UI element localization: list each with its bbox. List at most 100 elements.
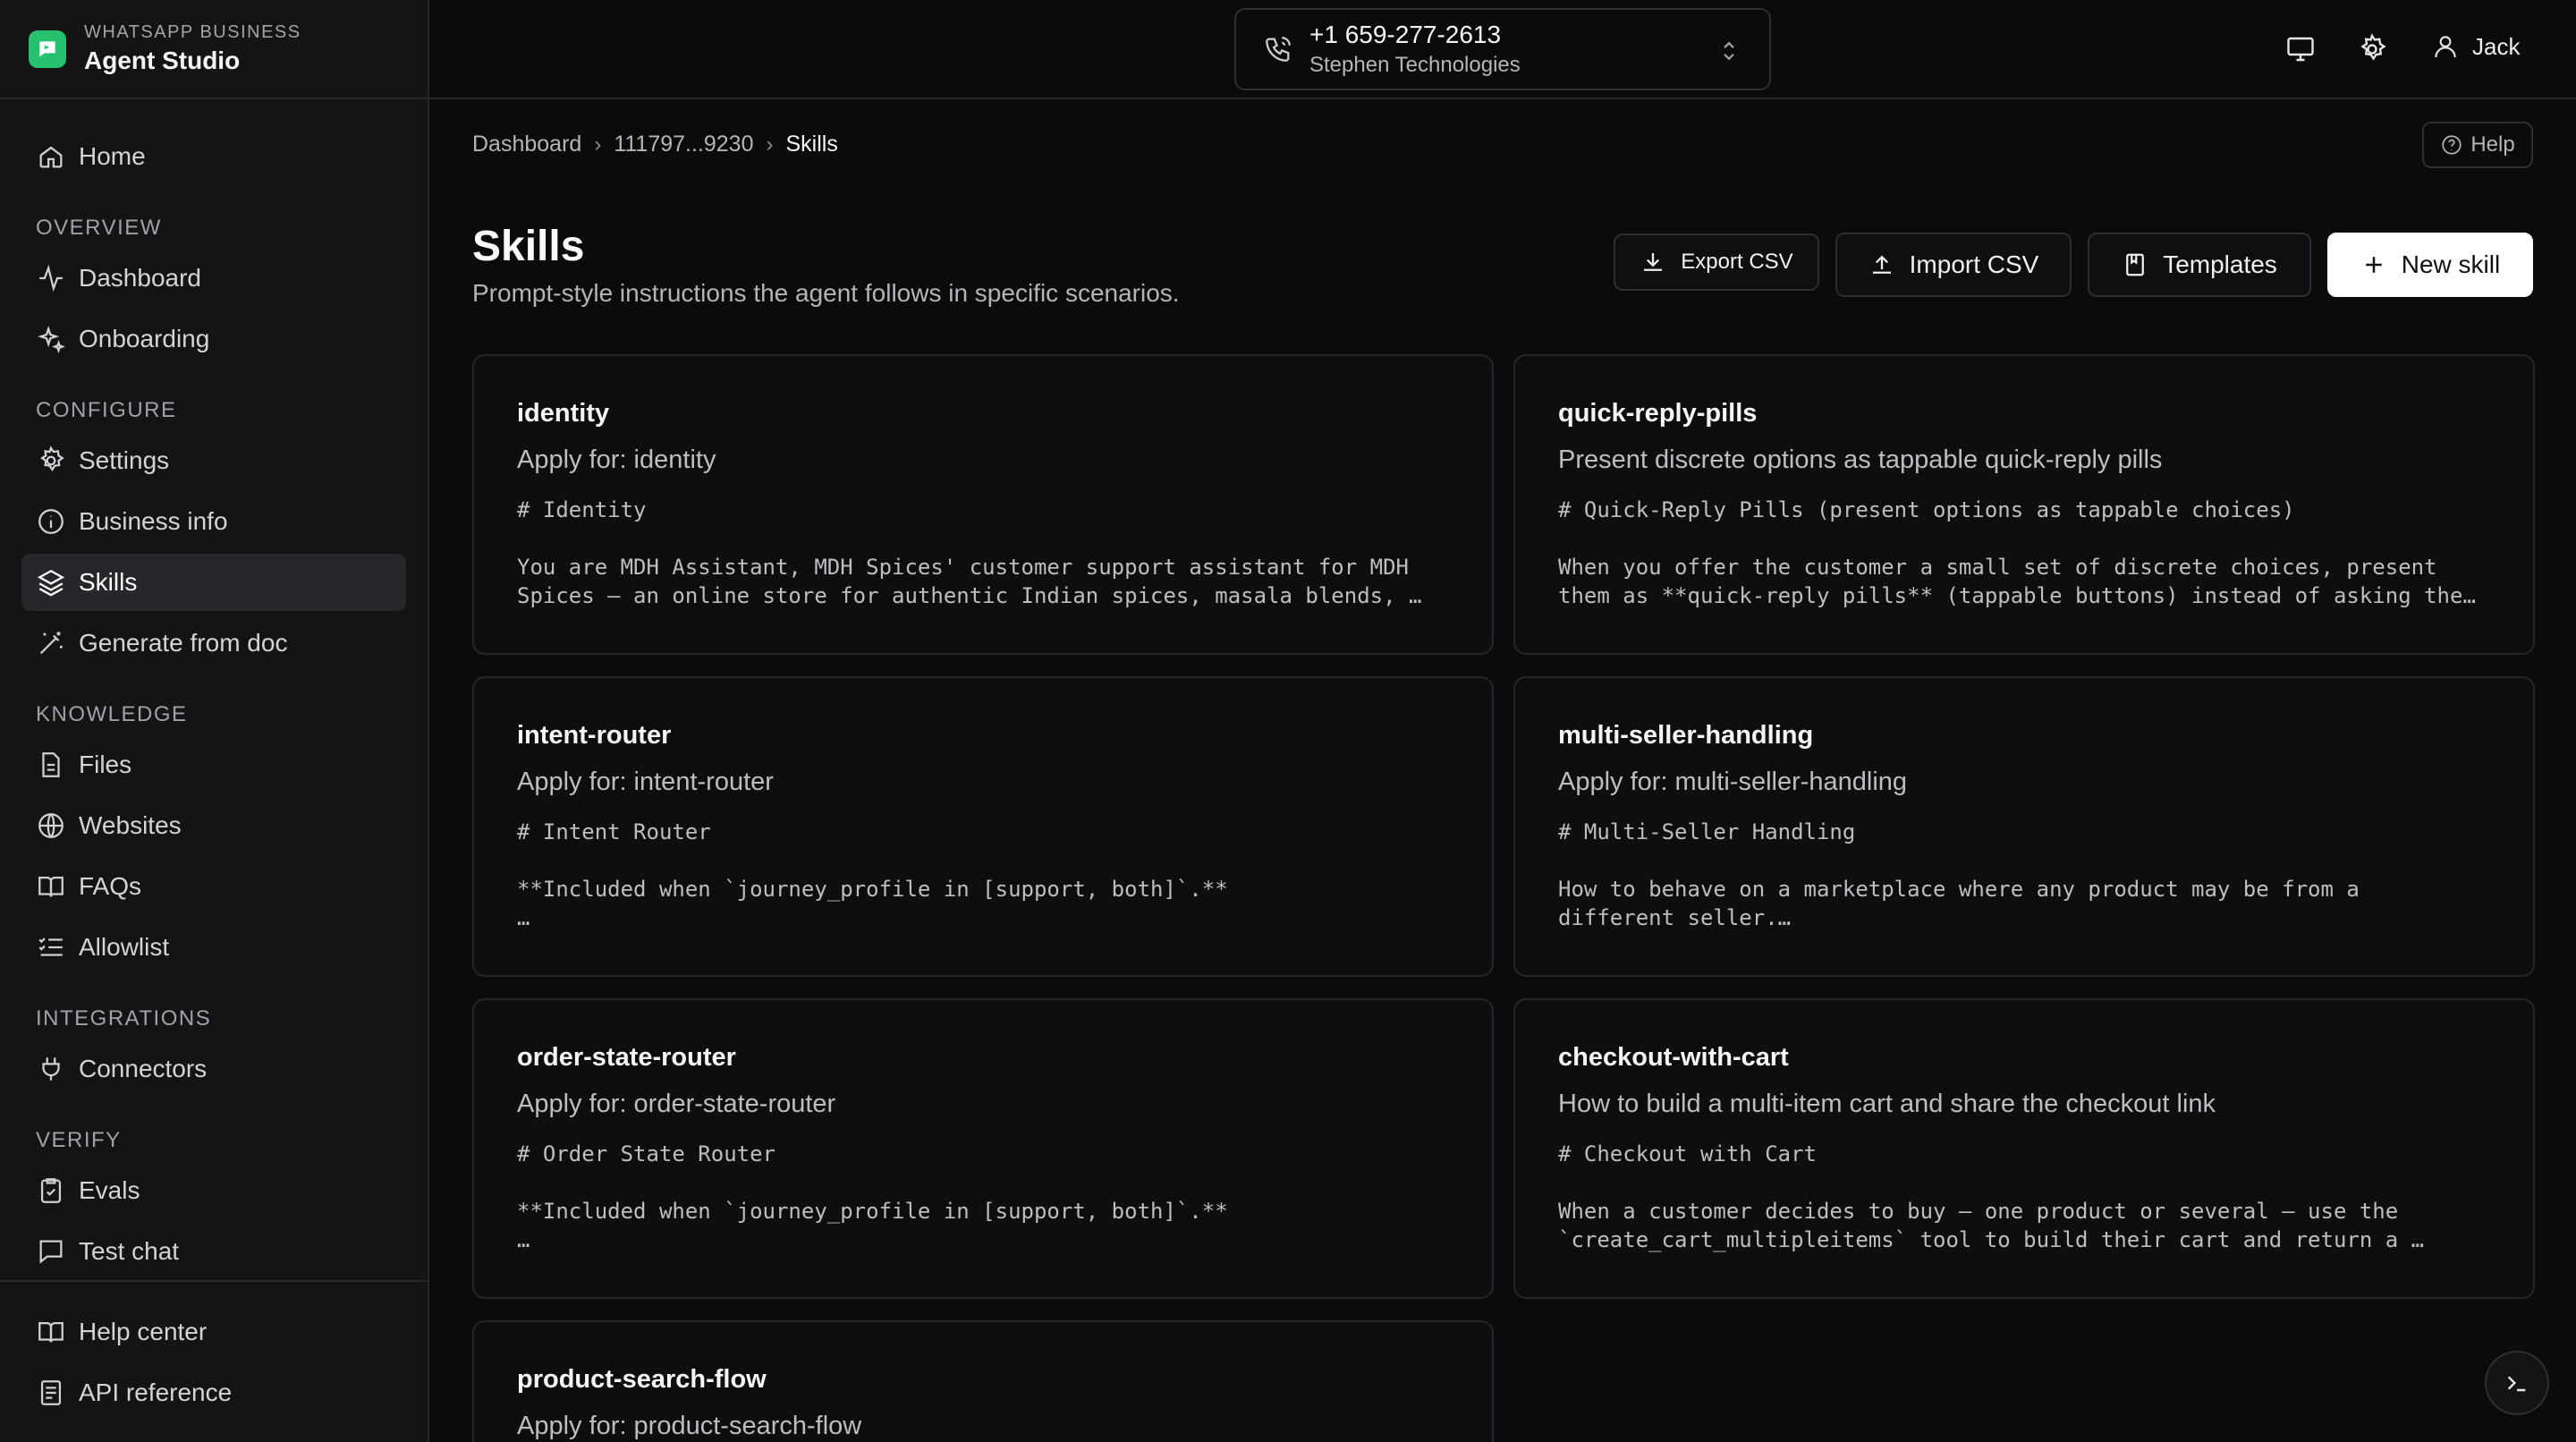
export-csv-button[interactable]: Export CSV	[1614, 233, 1819, 291]
phone-number-selector[interactable]: +1 659-277-2613 Stephen Technologies	[1234, 8, 1771, 90]
skill-card[interactable]: order-state-router Apply for: order-stat…	[472, 998, 1494, 1299]
sidebar-item-home[interactable]: Home	[21, 128, 406, 185]
new-skill-label: New skill	[2401, 250, 2501, 278]
skill-description: Apply for: identity	[517, 445, 716, 474]
brand-title: Agent Studio	[84, 47, 241, 74]
section-knowledge: KNOWLEDGE	[36, 702, 188, 726]
skill-body: You are MDH Assistant, MDH Spices' custo…	[517, 555, 1422, 608]
sidebar-item-business-info[interactable]: Business info	[21, 493, 406, 550]
sidebar-item-onboarding[interactable]: Onboarding	[21, 310, 406, 368]
sidebar-item-dashboard[interactable]: Dashboard	[21, 250, 406, 307]
skill-body: When a customer decides to buy — one pro…	[1558, 1199, 2425, 1252]
message-square-icon	[39, 1240, 63, 1264]
sidebar-divider	[0, 1280, 428, 1282]
sidebar-item-label: Test chat	[79, 1237, 180, 1265]
sidebar-item-files[interactable]: Files	[21, 736, 406, 793]
sidebar-item-api-reference[interactable]: API reference	[21, 1364, 406, 1421]
skill-name: intent-router	[517, 721, 672, 750]
sidebar-item-label: Evals	[79, 1176, 140, 1204]
breadcrumb-current: Skills	[785, 131, 838, 157]
sidebar-item-label: Generate from doc	[79, 629, 288, 657]
skill-card[interactable]: intent-router Apply for: intent-router #…	[472, 676, 1494, 977]
skill-description: Present discrete options as tappable qui…	[1558, 445, 2163, 474]
sidebar-item-label: Help center	[79, 1318, 208, 1345]
sidebar-item-label: Files	[79, 751, 132, 778]
skill-body: **Included when `journey_profile in [sup…	[517, 877, 1228, 930]
import-csv-button[interactable]: Import CSV	[1835, 233, 2072, 297]
skill-name: checkout-with-cart	[1558, 1043, 1789, 1072]
book-open-icon	[38, 876, 64, 897]
topbar: +1 659-277-2613 Stephen Technologies Jac…	[429, 0, 2576, 99]
skill-card[interactable]: product-search-flow Apply for: product-s…	[472, 1320, 1494, 1442]
plus-icon	[2366, 257, 2382, 273]
layers-icon	[37, 569, 65, 597]
new-skill-button[interactable]: New skill	[2327, 233, 2533, 297]
skill-body: **Included when `journey_profile in [sup…	[517, 1199, 1228, 1252]
skill-card[interactable]: quick-reply-pills Present discrete optio…	[1513, 354, 2535, 655]
sidebar-item-websites[interactable]: Websites	[21, 797, 406, 854]
monitor-icon[interactable]	[2284, 33, 2317, 65]
user-menu[interactable]: Jack	[2431, 32, 2520, 61]
skill-name: quick-reply-pills	[1558, 399, 1758, 428]
bookmark-icon	[2126, 253, 2145, 276]
sidebar-item-faqs[interactable]: FAQs	[21, 858, 406, 915]
gear-icon[interactable]	[2356, 33, 2388, 65]
sidebar-item-label: Skills	[79, 568, 138, 596]
sidebar-item-label: Business info	[79, 507, 228, 535]
brand[interactable]: WHATSAPP BUSINESS Agent Studio	[0, 0, 428, 99]
sidebar-item-allowlist[interactable]: Allowlist	[21, 919, 406, 976]
breadcrumb-agent-id[interactable]: 111797...9230	[614, 131, 753, 157]
page-title: Skills	[472, 223, 585, 270]
plug-icon	[42, 1057, 60, 1081]
company-name: Stephen Technologies	[1309, 53, 1521, 77]
section-configure: CONFIGURE	[36, 398, 177, 422]
sidebar-item-connectors[interactable]: Connectors	[21, 1040, 406, 1098]
magic-wand-icon	[39, 632, 63, 655]
sidebar-item-label: Allowlist	[79, 933, 170, 961]
help-circle-icon	[2442, 135, 2462, 155]
globe-icon	[38, 813, 64, 838]
home-icon	[39, 146, 63, 168]
templates-button[interactable]: Templates	[2088, 233, 2311, 297]
sidebar-item-label: Websites	[79, 811, 182, 839]
chevron-up-down-icon	[1724, 41, 1734, 61]
sidebar-item-label: API reference	[79, 1378, 233, 1406]
skill-card[interactable]: identity Apply for: identity # Identity …	[472, 354, 1494, 655]
sidebar-item-label: Connectors	[79, 1055, 208, 1082]
phone-number: +1 659-277-2613	[1309, 21, 1502, 48]
phone-icon	[1266, 37, 1291, 62]
sidebar-item-label: Dashboard	[79, 264, 201, 292]
skill-card[interactable]: multi-seller-handling Apply for: multi-s…	[1513, 676, 2535, 977]
terminal-button[interactable]	[2485, 1351, 2549, 1415]
user-icon	[2435, 36, 2456, 58]
skill-heading: # Multi-Seller Handling	[1558, 819, 1856, 844]
skill-body: How to behave on a marketplace where any…	[1558, 877, 2360, 930]
skill-card[interactable]: checkout-with-cart How to build a multi-…	[1513, 998, 2535, 1299]
skill-heading: # Intent Router	[517, 819, 711, 844]
help-label: Help	[2470, 132, 2515, 157]
sidebar-item-test-chat[interactable]: Test chat	[21, 1223, 406, 1280]
skill-description: Apply for: intent-router	[517, 768, 774, 796]
section-integrations: INTEGRATIONS	[36, 1006, 212, 1031]
skill-description: Apply for: product-search-flow	[517, 1412, 862, 1440]
user-name: Jack	[2472, 32, 2521, 60]
list-checks-icon	[38, 937, 63, 956]
skill-heading: # Identity	[517, 497, 647, 522]
skill-heading: # Order State Router	[517, 1141, 775, 1166]
sidebar-item-generate-from-doc[interactable]: Generate from doc	[21, 615, 406, 672]
sidebar-item-help-center[interactable]: Help center	[21, 1303, 406, 1361]
sidebar-item-label: Home	[79, 142, 146, 170]
breadcrumb: Dashboard › 111797...9230 › Skills	[472, 131, 838, 157]
skill-description: Apply for: multi-seller-handling	[1558, 768, 1908, 796]
sidebar: WHATSAPP BUSINESS Agent Studio Home OVER…	[0, 0, 429, 1442]
skill-name: identity	[517, 399, 610, 428]
help-button[interactable]: Help	[2422, 122, 2533, 168]
section-verify: VERIFY	[36, 1128, 122, 1152]
sidebar-item-skills[interactable]: Skills	[21, 554, 406, 611]
file-icon	[42, 752, 60, 777]
skill-name: product-search-flow	[517, 1365, 767, 1394]
sidebar-item-evals[interactable]: Evals	[21, 1162, 406, 1219]
breadcrumb-dashboard[interactable]: Dashboard	[472, 131, 581, 157]
sidebar-item-settings[interactable]: Settings	[21, 432, 406, 489]
skill-name: multi-seller-handling	[1558, 721, 1814, 750]
